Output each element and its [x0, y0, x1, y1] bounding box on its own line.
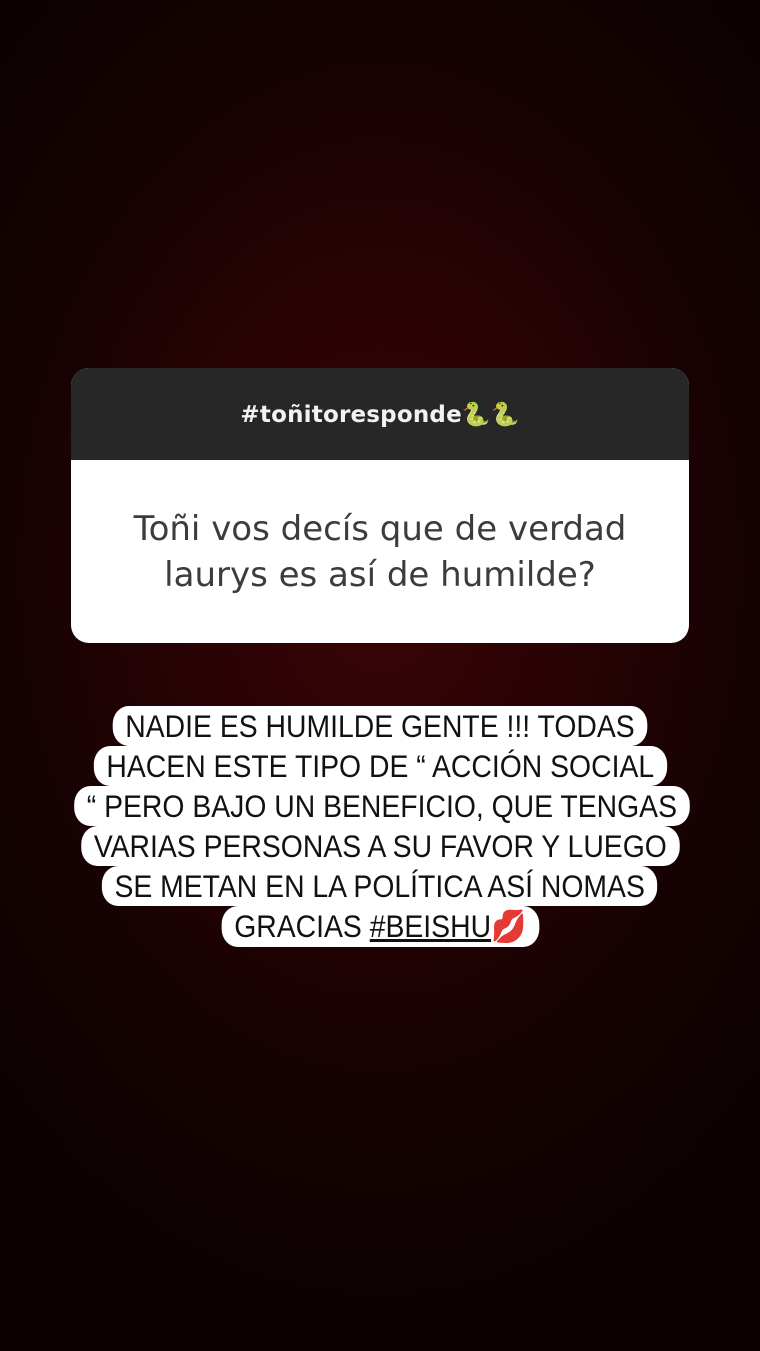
question-sticker[interactable]: #toñitoresponde🐍🐍 Toñi vos decís que de …	[71, 368, 689, 643]
answer-line-last: GRACIAS #BEISHU💋	[221, 906, 539, 947]
answer-line: “ PERO BAJO UN BENEFICIO, QUE TENGAS	[74, 786, 690, 826]
answer-text-block: NADIE ES HUMILDE GENTE !!! TODAS HACEN E…	[40, 706, 720, 947]
story-canvas: #toñitoresponde🐍🐍 Toñi vos decís que de …	[0, 0, 760, 1351]
answer-line: SE METAN EN LA POLÍTICA ASÍ NOMAS	[102, 866, 658, 906]
answer-line: VARIAS PERSONAS A SU FAVOR Y LUEGO	[80, 826, 680, 866]
hashtag-link[interactable]: #BEISHU	[369, 908, 490, 944]
answer-gracias: GRACIAS	[233, 908, 370, 944]
answer-line: NADIE ES HUMILDE GENTE !!! TODAS	[112, 706, 648, 746]
question-sticker-header: #toñitoresponde🐍🐍	[71, 368, 689, 460]
kiss-icon: 💋	[490, 909, 527, 945]
answer-line: HACEN ESTE TIPO DE “ ACCIÓN SOCIAL	[93, 746, 667, 786]
question-text: Toñi vos decís que de verdad laurys es a…	[133, 508, 627, 595]
